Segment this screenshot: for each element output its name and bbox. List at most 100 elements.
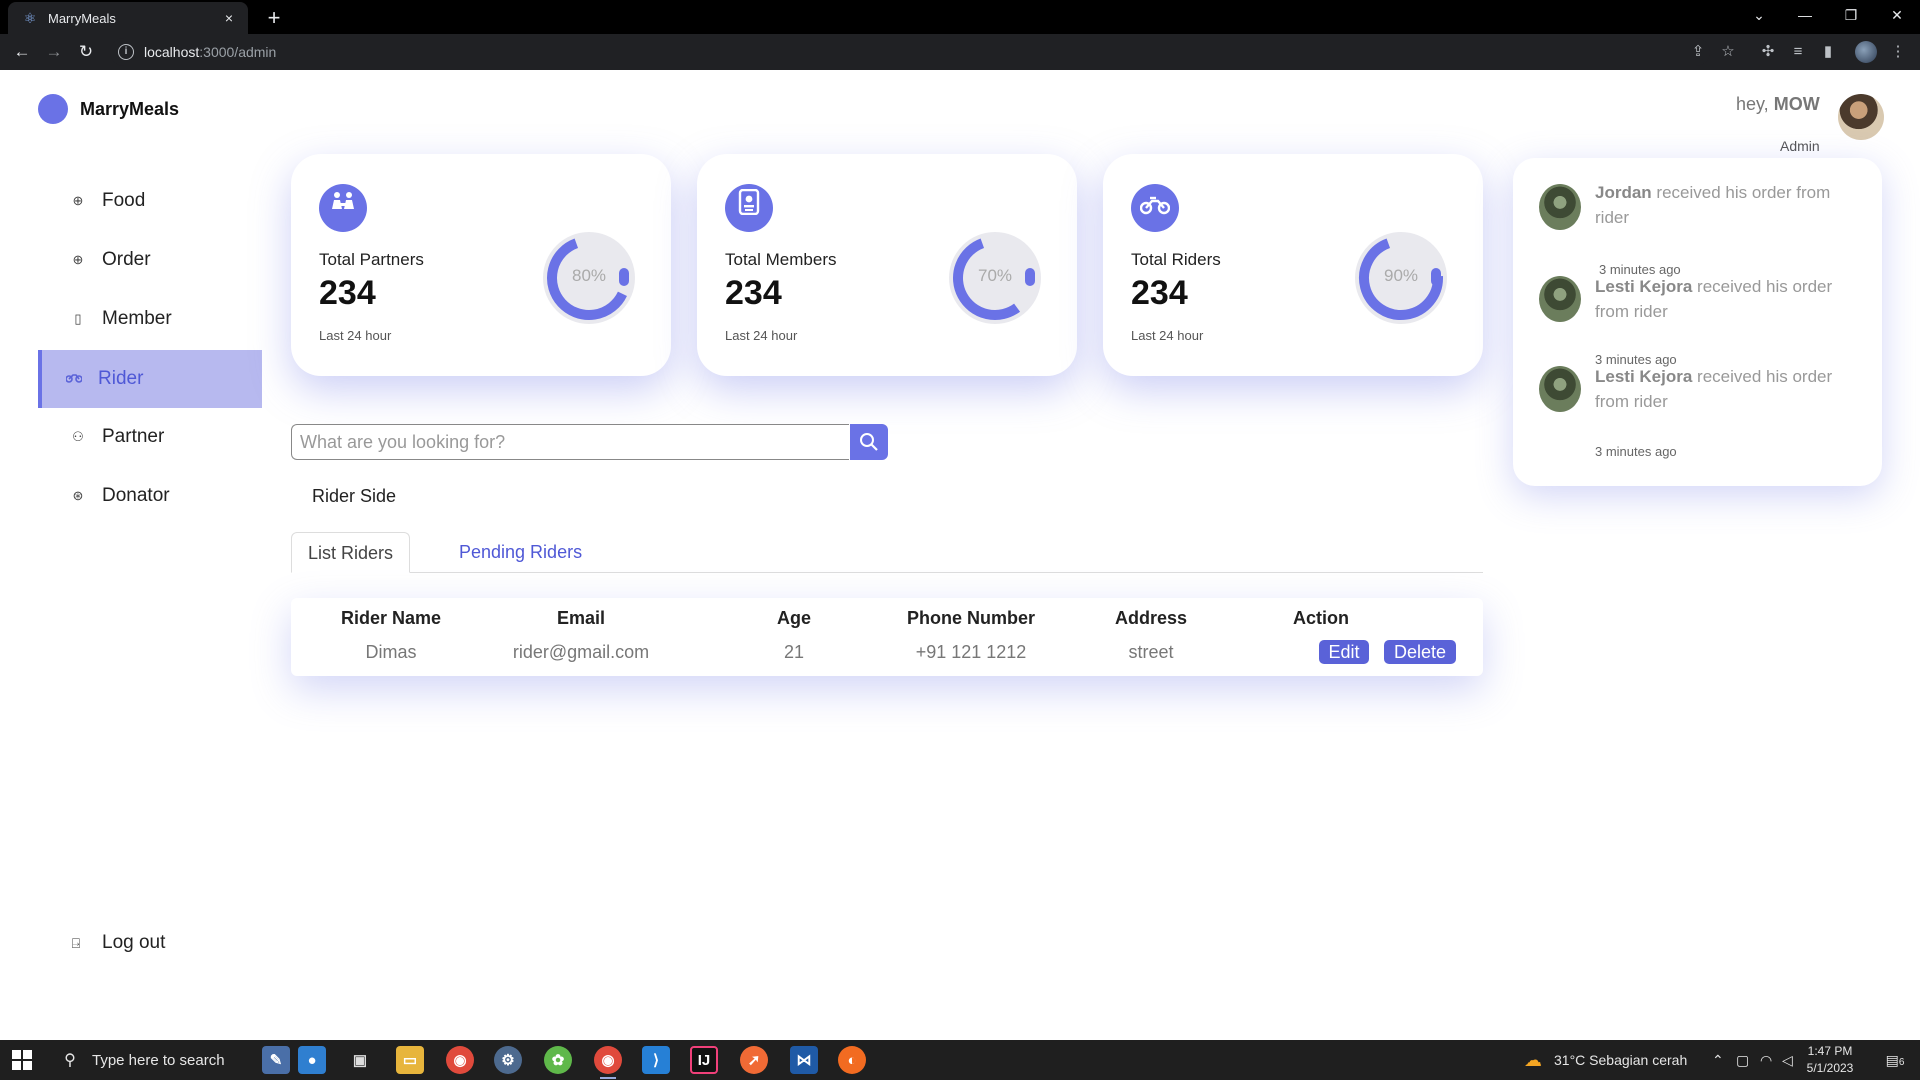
motorcycle-icon (1131, 184, 1179, 232)
avatar[interactable] (1838, 94, 1884, 140)
stat-value: 234 (319, 274, 376, 312)
notification-center-icon[interactable]: ▤6 (1880, 1040, 1910, 1080)
search-icon (860, 433, 878, 451)
tab-list-riders[interactable]: List Riders (291, 532, 411, 573)
postman-icon[interactable]: ➚ (740, 1046, 768, 1074)
plus-circle-icon: ⊕ (72, 193, 84, 208)
tab-pending-riders[interactable]: Pending Riders (443, 532, 598, 573)
sidebar-item-member[interactable]: ▯ Member (38, 290, 262, 348)
cortana-icon[interactable]: ● (298, 1046, 326, 1074)
settings-gear-icon[interactable]: ⚙ (494, 1046, 522, 1074)
spring-tool-icon[interactable]: ✿ (544, 1046, 572, 1074)
notification-text: Lesti Kejora received his order from rid… (1595, 367, 1833, 411)
sidebar-item-order[interactable]: ⊕ Order (38, 231, 262, 289)
avatar (1539, 366, 1581, 412)
firefox-icon[interactable]: ◐ (838, 1046, 866, 1074)
clock-date: 5/1/2023 (1806, 1061, 1854, 1075)
task-view-icon[interactable]: ▣ (346, 1046, 374, 1074)
stat-period: Last 24 hour (319, 328, 392, 343)
user-role: Admin (1780, 138, 1820, 154)
search-input[interactable] (291, 424, 849, 460)
forward-arrow-icon[interactable]: → (42, 40, 66, 64)
tray-chevron-icon[interactable]: ⌃ (1712, 1040, 1724, 1080)
tab-title: MarryMeals (48, 10, 116, 26)
cell-address: street (1128, 642, 1174, 662)
progress-percent: 70% (977, 266, 1013, 285)
delete-button[interactable]: Delete (1384, 640, 1456, 664)
tab-close-icon[interactable]: × (220, 10, 238, 26)
notifications-panel: Jordan received his order from rider 3 m… (1513, 158, 1882, 486)
brand[interactable]: MarryMeals (38, 94, 179, 124)
stat-card-members: Total Members 234 Last 24 hour 70% (697, 154, 1077, 376)
taskbar-clock[interactable]: 1:47 PM 5/1/2023 (1800, 1043, 1860, 1077)
column-header: Email (556, 608, 606, 628)
sidebar-item-donator[interactable]: ⊛ Donator (38, 467, 262, 525)
minimize-button[interactable]: — (1782, 0, 1828, 34)
extensions-puzzle-icon[interactable]: ✣ (1758, 42, 1778, 62)
media-control-icon[interactable]: ≡ (1788, 42, 1808, 62)
sidebar-item-partner[interactable]: ⚇ Partner (38, 408, 262, 466)
notification-text: Jordan received his order from rider (1595, 183, 1831, 227)
intellij-icon[interactable]: IJ (690, 1046, 718, 1074)
clock-time: 1:47 PM (1807, 1044, 1853, 1058)
sidebar-item-label: Member (102, 308, 172, 329)
wifi-icon[interactable]: ◠ (1760, 1040, 1772, 1080)
browser-profile-avatar[interactable] (1855, 41, 1877, 63)
widgets-icon[interactable]: ✎ (262, 1046, 290, 1074)
vscode-icon[interactable]: ⟩ (642, 1046, 670, 1074)
bookmark-star-icon[interactable]: ☆ (1718, 42, 1738, 62)
stat-label: Total Partners (319, 250, 424, 269)
sidebar-item-food[interactable]: ⊕ Food (38, 172, 262, 230)
edit-button[interactable]: Edit (1319, 640, 1369, 664)
taskbar-search[interactable]: ⚲ Type here to search (48, 1040, 260, 1080)
share-icon[interactable]: ⇪ (1688, 42, 1708, 62)
user-name: MOW (1773, 94, 1820, 114)
side-panel-icon[interactable]: ▮ (1818, 42, 1838, 62)
restore-button[interactable]: ❐ (1828, 0, 1874, 34)
column-header: Phone Number (906, 608, 1035, 628)
windows-taskbar: ⚲ Type here to search ✎ ● ▣ ▭ ◉ ⚙ ✿ ◉ ⟩ … (0, 1040, 1920, 1080)
sidebar-item-label: Food (102, 190, 146, 211)
site-info-icon[interactable]: i (118, 44, 134, 60)
cell-phone: +91 121 1212 (915, 642, 1027, 662)
new-tab-button[interactable]: + (260, 4, 288, 32)
weather-text[interactable]: 31°C Sebagian cerah (1554, 1040, 1687, 1080)
notification-time: 3 minutes ago (1595, 444, 1677, 459)
column-header: Age (776, 608, 811, 628)
column-header: Action (1293, 608, 1349, 628)
reload-icon[interactable]: ↻ (74, 40, 98, 64)
sidebar-item-label: Partner (102, 426, 165, 447)
back-arrow-icon[interactable]: ← (10, 40, 34, 64)
search-button[interactable] (850, 424, 888, 460)
logout-button[interactable]: ⍈ Log out (68, 932, 166, 954)
tray-device-icon[interactable]: ▢ (1736, 1040, 1749, 1080)
logout-label: Log out (102, 932, 166, 953)
sidebar-item-rider[interactable]: Rider (38, 350, 262, 408)
brand-logo-icon (38, 94, 68, 124)
stat-card-partners: Total Partners 234 Last 24 hour 80% (291, 154, 671, 376)
cell-rider-name: Dimas (365, 642, 417, 662)
address-bar[interactable]: i localhost:3000/admin (110, 38, 1710, 66)
volume-icon[interactable]: ◁ (1782, 1040, 1793, 1080)
column-header: Rider Name (340, 608, 442, 628)
search-icon: ⚲ (64, 1052, 76, 1069)
file-explorer-icon[interactable]: ▭ (396, 1046, 424, 1074)
avatar (1539, 184, 1581, 230)
weather-icon[interactable]: ☁ (1524, 1040, 1542, 1080)
mysql-workbench-icon[interactable]: ⋈ (790, 1046, 818, 1074)
avatar (1539, 276, 1581, 322)
column-header: Address (1114, 608, 1188, 628)
chrome-active-icon[interactable]: ◉ (594, 1046, 622, 1079)
close-window-button[interactable]: ✕ (1874, 0, 1920, 34)
chrome-icon[interactable]: ◉ (446, 1046, 474, 1074)
stat-label: Total Riders (1131, 250, 1221, 269)
menu-kebab-icon[interactable]: ⋮ (1888, 42, 1908, 62)
windows-start-icon[interactable] (12, 1050, 32, 1070)
stat-card-riders: Total Riders 234 Last 24 hour 90% (1103, 154, 1483, 376)
browser-tab[interactable]: ⚛ MarryMeals × (8, 2, 248, 34)
tab-search-button[interactable]: ⌄ (1736, 0, 1782, 34)
motorcycle-icon (65, 371, 83, 387)
browser-toolbar: ← → ↻ i localhost:3000/admin ⇪ ☆ ✣ ≡ ▮ ⋮ (0, 34, 1920, 70)
stat-value: 234 (1131, 274, 1188, 312)
plus-circle-icon: ⊕ (72, 252, 84, 267)
